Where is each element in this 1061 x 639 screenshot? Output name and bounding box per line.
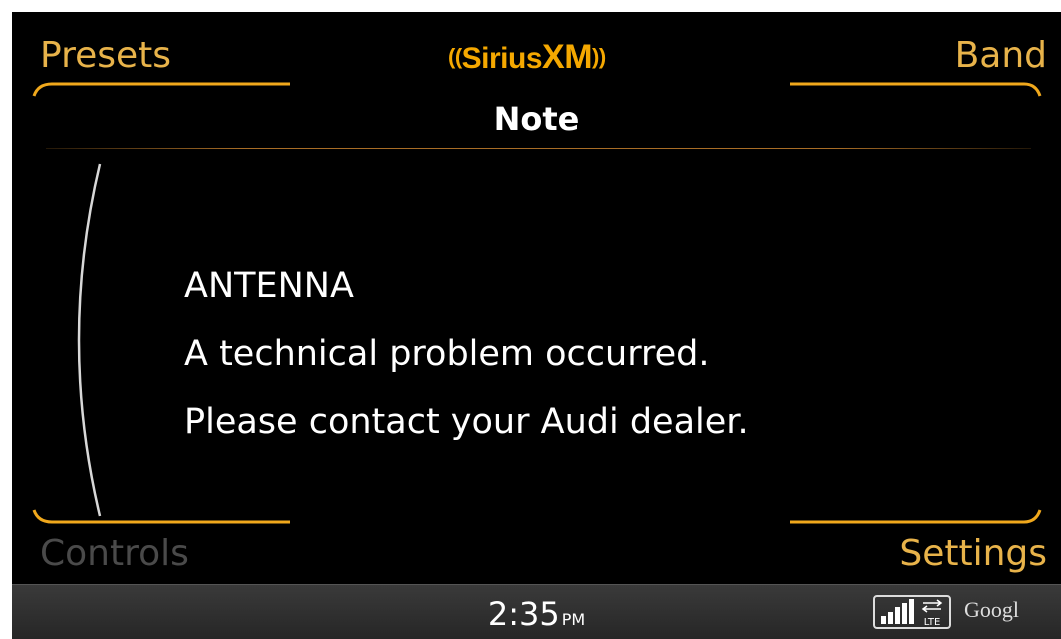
band-accent-line (790, 82, 1042, 97)
controls-button[interactable]: Controls (40, 536, 189, 572)
error-message: ANTENNA A technical problem occurred. Pl… (184, 252, 749, 456)
settings-button[interactable]: Settings (899, 536, 1047, 572)
scroll-arc-indicator (77, 163, 102, 517)
message-heading: ANTENNA (184, 266, 354, 306)
signal-lte-icon: LTE (873, 595, 951, 629)
title-divider (46, 148, 1031, 149)
message-line: A technical problem occurred. (184, 334, 710, 374)
provider-label: Googl (964, 597, 1019, 622)
network-type-label: LTE (924, 617, 941, 628)
infotainment-screen: Presets Band ((SiriusXM)) Note ANTENNA A… (12, 12, 1061, 639)
presets-accent-line (32, 82, 290, 97)
status-bar: 2:35 PM LTE Googl (12, 584, 1061, 639)
message-line: Please contact your Audi dealer. (184, 402, 749, 442)
siriusxm-logo: ((SiriusXM)) (448, 38, 606, 76)
clock-ampm: PM (561, 610, 586, 629)
clock-time: 2:35 (487, 595, 560, 633)
page-title: Note (493, 100, 580, 138)
settings-accent-line (790, 509, 1042, 524)
